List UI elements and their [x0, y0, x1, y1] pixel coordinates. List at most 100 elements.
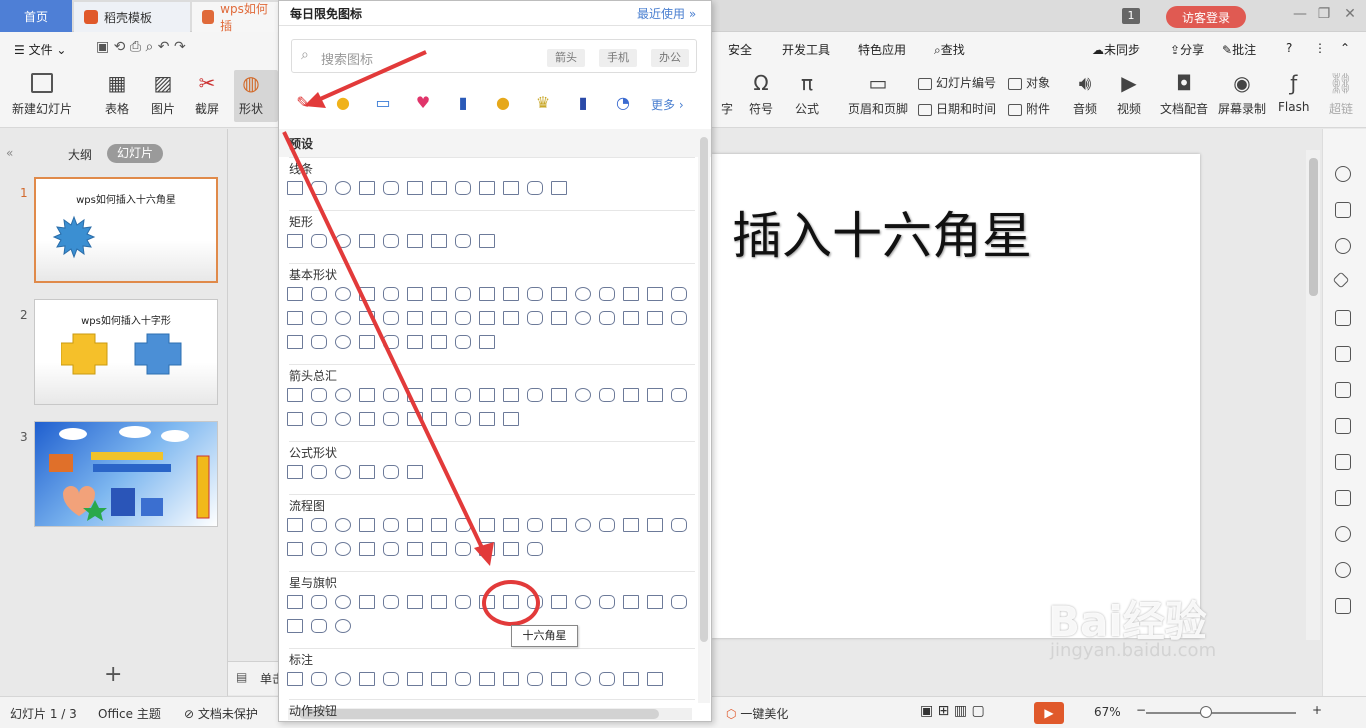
shape-item[interactable]	[287, 335, 303, 349]
shape-item[interactable]	[359, 388, 375, 402]
shape-item[interactable]	[671, 518, 687, 532]
theme-name[interactable]: Office 主题	[98, 705, 161, 722]
shape-item[interactable]	[575, 388, 591, 402]
shape-item[interactable]	[335, 465, 351, 479]
shape-item[interactable]	[407, 287, 423, 301]
shape-item[interactable]	[311, 619, 327, 633]
shape-item[interactable]	[311, 388, 327, 402]
shape-item[interactable]	[335, 672, 351, 686]
shape-item[interactable]	[335, 388, 351, 402]
shape-item[interactable]	[335, 412, 351, 426]
window-count-badge[interactable]: 1	[1122, 8, 1140, 24]
new-slide-button[interactable]: 新建幻灯片	[12, 70, 72, 117]
shape-item[interactable]	[623, 672, 639, 686]
shape-item[interactable]	[575, 287, 591, 301]
shape-item[interactable]	[383, 287, 399, 301]
shape-item[interactable]	[479, 234, 495, 248]
grid-icon[interactable]	[1335, 310, 1351, 326]
shape-item[interactable]	[311, 287, 327, 301]
shape-item[interactable]	[551, 595, 567, 609]
shape-item[interactable]	[407, 335, 423, 349]
shape-item[interactable]	[407, 311, 423, 325]
zoom-level[interactable]: 67%	[1094, 705, 1121, 719]
monitor-icon[interactable]: ▭	[373, 93, 393, 113]
shape-item[interactable]	[479, 311, 495, 325]
shape-item[interactable]	[647, 311, 663, 325]
menu-security[interactable]: 安全	[728, 41, 752, 58]
copy-icon[interactable]	[1335, 202, 1351, 218]
shape-item[interactable]	[311, 335, 327, 349]
shape-item[interactable]	[383, 518, 399, 532]
shape-item[interactable]	[383, 542, 399, 556]
shape-item[interactable]	[335, 234, 351, 248]
shape-item[interactable]	[527, 542, 543, 556]
shape-item[interactable]	[623, 595, 639, 609]
menu-file[interactable]: ☰ 文件 ⌄	[14, 41, 66, 58]
shape-item[interactable]	[551, 518, 567, 532]
shape-item[interactable]	[359, 672, 375, 686]
tab-home[interactable]: 首页	[0, 0, 72, 32]
shape-item[interactable]	[647, 287, 663, 301]
beautify-button[interactable]: ⬡ 一键美化	[726, 705, 788, 722]
tab-outline[interactable]: 大纲	[68, 146, 92, 163]
shape-item[interactable]	[407, 672, 423, 686]
shape-item[interactable]	[599, 287, 615, 301]
shape-item[interactable]	[575, 672, 591, 686]
tab-slides[interactable]: 幻灯片	[107, 144, 163, 163]
shape-item[interactable]	[551, 287, 567, 301]
shape-item[interactable]	[407, 181, 423, 195]
image-button[interactable]: ▨ 图片	[150, 70, 176, 117]
datetime-button[interactable]: 日期和时间	[918, 100, 996, 117]
shape-item[interactable]	[623, 388, 639, 402]
shape-item[interactable]	[599, 311, 615, 325]
shape-item[interactable]	[383, 388, 399, 402]
shape-item[interactable]	[503, 388, 519, 402]
shape-item[interactable]	[383, 234, 399, 248]
shape-item[interactable]	[479, 181, 495, 195]
view-buttons[interactable]: ▣ ⊞ ▥ ▢	[920, 703, 985, 719]
help-icon[interactable]: ?	[1286, 41, 1292, 55]
shape-item[interactable]	[311, 234, 327, 248]
video-button[interactable]: ▶ 视频	[1116, 70, 1142, 117]
shape-item[interactable]	[551, 388, 567, 402]
shape-item[interactable]	[359, 412, 375, 426]
shape-item[interactable]	[359, 181, 375, 195]
shape-item[interactable]	[623, 287, 639, 301]
quick-access-icons[interactable]: ▣ ⟲ ⎙ ⌕ ↶ ↷	[96, 39, 186, 55]
slide-thumbnail-2[interactable]: wps如何插入十字形	[34, 299, 218, 405]
image-panel-icon[interactable]	[1335, 418, 1351, 434]
screen-record-button[interactable]: ◉ 屏幕录制	[1218, 70, 1266, 117]
shape-style-icon[interactable]	[1335, 238, 1351, 254]
shape-item[interactable]	[647, 388, 663, 402]
shape-item[interactable]	[383, 181, 399, 195]
shape-item[interactable]	[479, 412, 495, 426]
shape-item[interactable]	[407, 542, 423, 556]
shape-item[interactable]	[599, 672, 615, 686]
shape-item[interactable]	[407, 388, 423, 402]
shape-item[interactable]	[335, 335, 351, 349]
slide-thumbnail-1[interactable]: wps如何插入十六角星	[34, 177, 218, 283]
shape-item[interactable]	[359, 311, 375, 325]
zoom-out-icon[interactable]: −	[1136, 703, 1146, 717]
close-icon[interactable]: ✕	[1340, 6, 1360, 22]
panel-hscroll-thumb[interactable]	[299, 709, 659, 719]
shape-item[interactable]	[431, 412, 447, 426]
login-button[interactable]: 访客登录	[1166, 6, 1246, 28]
formula-button[interactable]: π 公式	[794, 70, 820, 117]
object-button[interactable]: 对象	[1008, 74, 1050, 91]
shape-item[interactable]	[407, 518, 423, 532]
collapse-ribbon-icon[interactable]: ⌃	[1340, 41, 1350, 55]
shape-item[interactable]	[383, 311, 399, 325]
shape-item[interactable]	[479, 287, 495, 301]
shape-item[interactable]	[335, 542, 351, 556]
slogan-icon[interactable]: ✎	[293, 93, 313, 113]
header-footer-button[interactable]: ▭ 页眉和页脚	[848, 70, 908, 117]
shape-item[interactable]	[335, 287, 351, 301]
shape-item[interactable]	[647, 672, 663, 686]
shape-item[interactable]	[503, 412, 519, 426]
crop-icon[interactable]	[1335, 598, 1351, 614]
shape-item[interactable]	[383, 412, 399, 426]
shape-item[interactable]	[455, 181, 471, 195]
shape-item[interactable]	[503, 672, 519, 686]
chart-icon[interactable]	[1335, 346, 1351, 362]
